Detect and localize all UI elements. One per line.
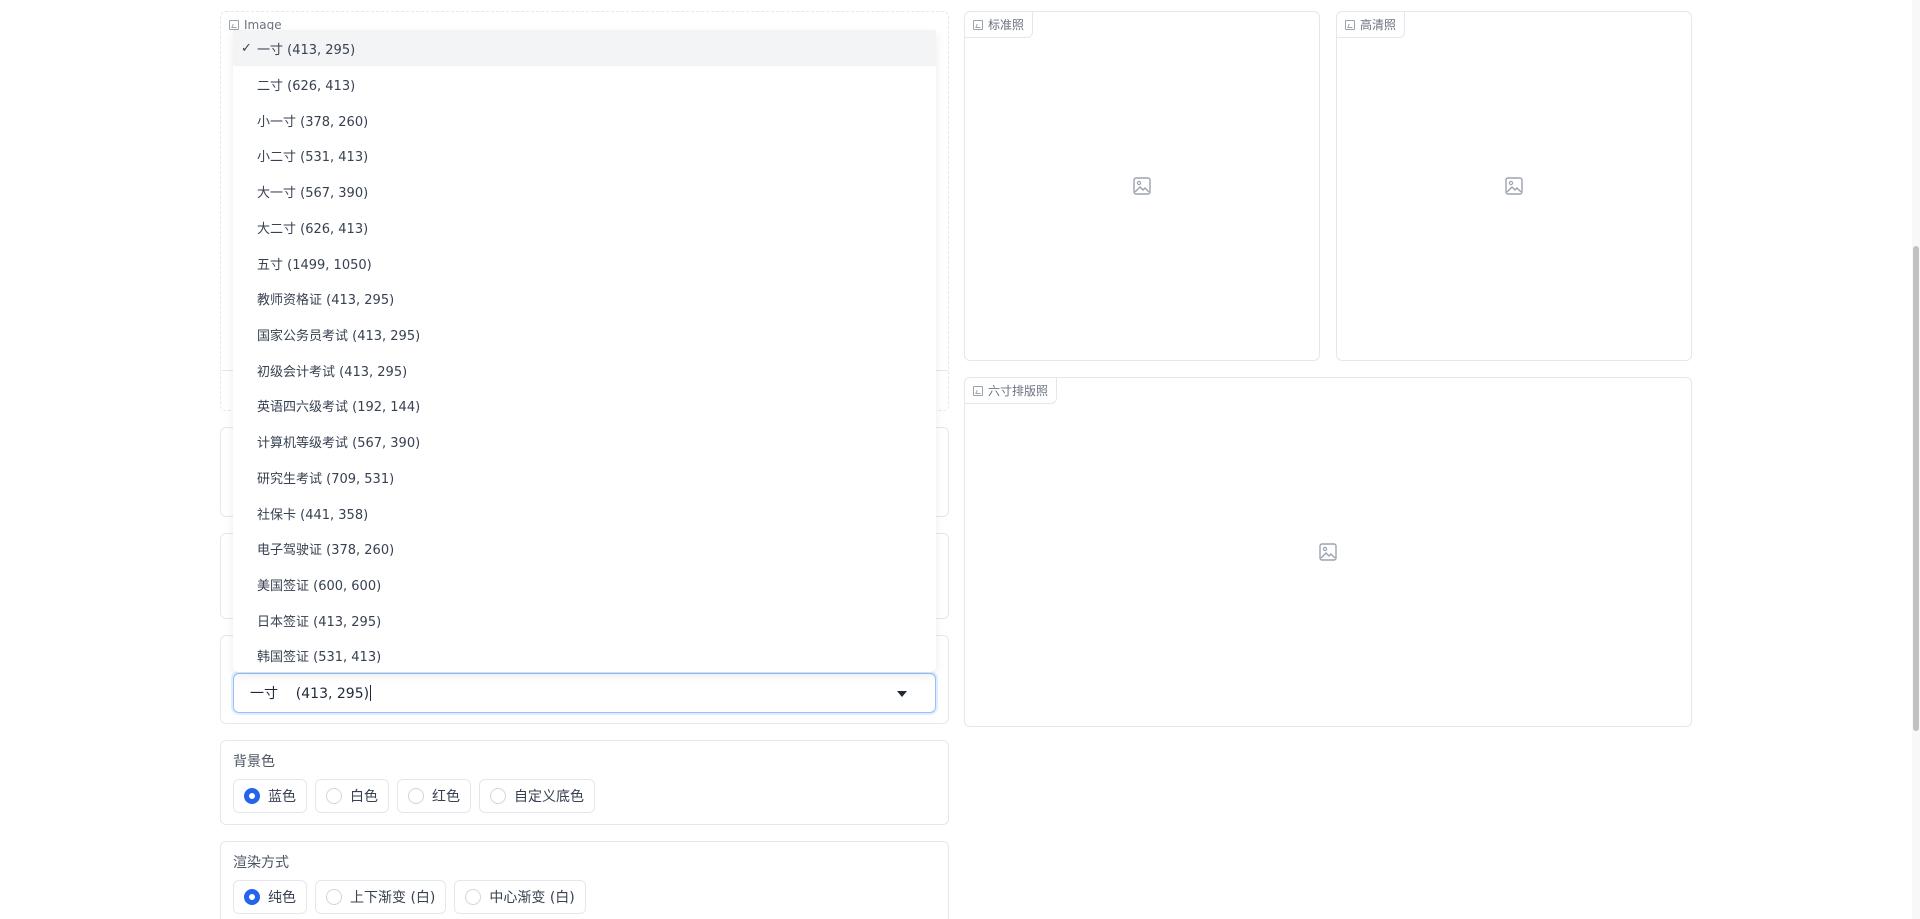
image-placeholder-icon [1505, 177, 1523, 195]
layout-photo-label: 六寸排版照 [988, 384, 1049, 398]
background-color-label: 背景色 [233, 754, 275, 770]
radio-icon[interactable] [244, 788, 260, 804]
hd-photo-label: 高清照 [1360, 18, 1397, 32]
scrollbar-thumb[interactable] [1913, 246, 1919, 731]
layout-photo-panel: 六寸排版照 [964, 377, 1692, 727]
dropdown-option[interactable]: 美国签证 (600, 600) [233, 566, 936, 602]
radio-icon[interactable] [244, 889, 260, 905]
bg-option-custom[interactable]: 自定义底色 [479, 779, 595, 813]
standard-photo-tag: 标准照 [965, 12, 1034, 38]
bg-option-red[interactable]: 红色 [397, 779, 471, 813]
dropdown-option[interactable]: 小二寸 (531, 413) [233, 137, 936, 173]
dropdown-option[interactable]: 初级会计考试 (413, 295) [233, 352, 936, 388]
dropdown-option[interactable]: 大二寸 (626, 413) [233, 209, 936, 245]
radio-icon[interactable] [490, 788, 506, 804]
dropdown-option[interactable]: 国家公务员考试 (413, 295) [233, 316, 936, 352]
standard-photo-label: 标准照 [988, 18, 1025, 32]
bg-option-blue[interactable]: 蓝色 [233, 779, 307, 813]
image-icon [1345, 19, 1355, 30]
hd-photo-panel: 高清照 [1336, 11, 1692, 361]
dropdown-option[interactable]: 二寸 (626, 413) [233, 66, 936, 102]
dropdown-option[interactable]: 教师资格证 (413, 295) [233, 280, 936, 316]
render-mode-block: 渲染方式 纯色 上下渐变 (白) 中心渐变 (白) [220, 841, 949, 919]
image-placeholder-icon [1133, 177, 1151, 195]
render-mode-label: 渲染方式 [233, 855, 289, 871]
dropdown-option[interactable]: 英语四六级考试 (192, 144) [233, 387, 936, 423]
bg-option-white[interactable]: 白色 [315, 779, 389, 813]
standard-photo-panel: 标准照 [964, 11, 1320, 361]
image-placeholder-icon [1319, 543, 1337, 561]
dropdown-option[interactable]: 计算机等级考试 (567, 390) [233, 423, 936, 459]
radio-icon[interactable] [326, 889, 342, 905]
radio-icon[interactable] [408, 788, 424, 804]
size-select-input[interactable]: 一寸 (413, 295) [233, 673, 936, 713]
image-icon [229, 20, 239, 30]
dropdown-option[interactable]: 五寸 (1499, 1050) [233, 245, 936, 281]
dropdown-option[interactable]: 大一寸 (567, 390) [233, 173, 936, 209]
layout-photo-tag: 六寸排版照 [965, 378, 1058, 404]
radio-icon[interactable] [326, 788, 342, 804]
dropdown-option[interactable]: 电子驾驶证 (378, 260) [233, 530, 936, 566]
size-dropdown-list: ✓ 一寸 (413, 295) 二寸 (626, 413) 小一寸 (378, … [233, 30, 936, 672]
size-select-value: 一寸 (413, 295) [250, 686, 370, 702]
dropdown-option[interactable]: 社保卡 (441, 358) [233, 495, 936, 531]
radio-icon[interactable] [465, 889, 482, 905]
render-option-vertical-gradient[interactable]: 上下渐变 (白) [315, 880, 447, 914]
render-option-solid[interactable]: 纯色 [233, 880, 307, 914]
chevron-down-icon[interactable] [897, 691, 907, 697]
hd-photo-tag: 高清照 [1337, 12, 1406, 38]
background-color-options: 蓝色 白色 红色 自定义底色 [233, 779, 595, 813]
background-color-block: 背景色 蓝色 白色 红色 自定义底色 [220, 740, 949, 825]
text-caret [370, 685, 372, 701]
dropdown-option[interactable]: 研究生考试 (709, 531) [233, 459, 936, 495]
render-mode-options: 纯色 上下渐变 (白) 中心渐变 (白) [233, 880, 586, 914]
dropdown-option[interactable]: 小一寸 (378, 260) [233, 102, 936, 138]
image-icon [973, 385, 983, 396]
dropdown-option[interactable]: 日本签证 (413, 295) [233, 602, 936, 638]
image-icon [973, 19, 983, 30]
dropdown-option[interactable]: ✓ 一寸 (413, 295) [233, 30, 936, 66]
page-scrollbar[interactable] [1912, 0, 1920, 919]
check-icon: ✓ [241, 40, 252, 56]
dropdown-option[interactable]: 韩国签证 (531, 413) [233, 637, 936, 672]
render-option-center-gradient[interactable]: 中心渐变 (白) [454, 880, 586, 914]
